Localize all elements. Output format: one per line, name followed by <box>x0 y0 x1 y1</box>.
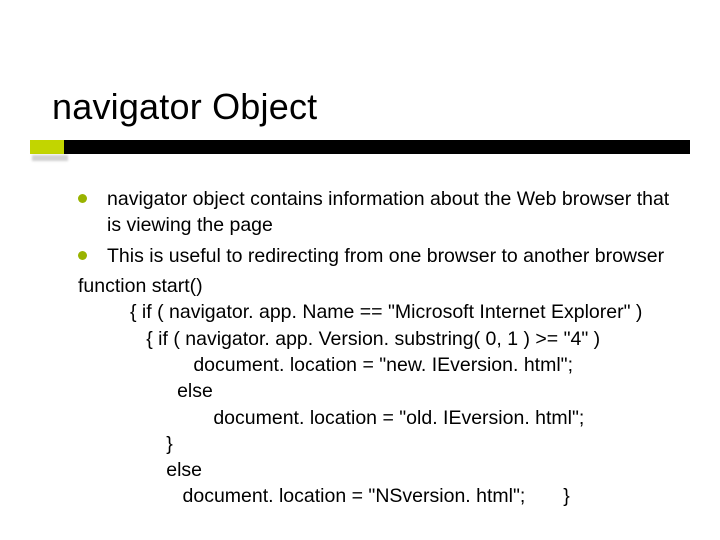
code-line: else <box>78 457 688 483</box>
content-area: navigator object contains information ab… <box>78 186 688 510</box>
code-line: } <box>78 431 688 457</box>
bullet-icon <box>78 194 87 203</box>
code-line: document. location = "old. IEversion. ht… <box>78 405 688 431</box>
code-line: document. location = "NSversion. html"; … <box>78 483 688 509</box>
title-accent-shadow <box>32 155 68 161</box>
bullet-text: This is useful to redirecting from one b… <box>107 243 688 269</box>
bullet-item: This is useful to redirecting from one b… <box>78 243 688 269</box>
slide: navigator Object navigator object contai… <box>0 0 720 540</box>
bullet-icon <box>78 251 87 260</box>
code-line: { if ( navigator. app. Name == "Microsof… <box>78 299 688 325</box>
code-line: document. location = "new. IEversion. ht… <box>78 352 688 378</box>
code-line: { if ( navigator. app. Version. substrin… <box>78 326 688 352</box>
code-block: function start() { if ( navigator. app. … <box>78 273 688 510</box>
bullet-text: navigator object contains information ab… <box>107 186 688 239</box>
bullet-item: navigator object contains information ab… <box>78 186 688 239</box>
title-underline <box>30 140 690 154</box>
code-line: else <box>78 378 688 404</box>
slide-title: navigator Object <box>52 86 317 128</box>
title-accent <box>30 140 64 154</box>
code-line: function start() <box>78 273 688 299</box>
